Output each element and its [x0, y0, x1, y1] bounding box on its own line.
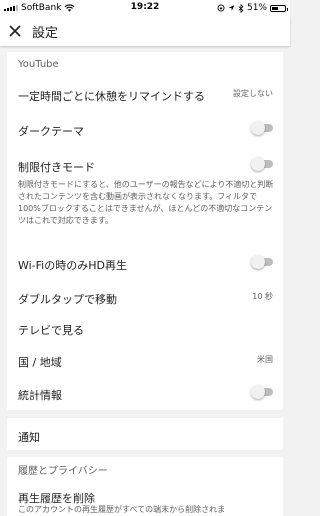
stats-label: 統計情報 — [18, 389, 62, 402]
section-header-history: 履歴とプライバシー — [18, 466, 108, 477]
setting-remind-break[interactable]: 一定時間ごとに休憩をリマインドする 設定しない — [18, 85, 273, 103]
setting-stats[interactable]: 統計情報 — [18, 384, 273, 402]
wifi-hd-label: Wi-Fiの時のみHD再生 — [18, 259, 127, 272]
clear-history-description: このアカウントの再生履歴がすべての端末から削除されま — [18, 505, 226, 514]
dark-theme-label: ダークテーマ — [18, 125, 84, 138]
country-label: 国 / 地域 — [18, 356, 62, 369]
setting-dark-theme[interactable]: ダークテーマ — [18, 120, 273, 138]
setting-wifi-hd[interactable]: Wi-Fiの時のみHD再生 — [18, 254, 273, 272]
close-button[interactable] — [4, 20, 26, 42]
restricted-mode-toggle[interactable] — [251, 157, 273, 171]
remind-break-value: 設定しない — [233, 89, 273, 98]
setting-notifications[interactable]: 通知 — [18, 426, 273, 444]
watch-on-tv-label: テレビで見る — [18, 324, 84, 337]
status-bar: SoftBank 19:22 51% — [0, 0, 290, 16]
orientation-lock-icon — [217, 4, 225, 12]
restricted-mode-description: 制限付きモードにすると、他のユーザーの報告などにより不適切と判断されたコンテンツ… — [18, 180, 274, 225]
country-value: 米国 — [257, 355, 273, 364]
stats-toggle[interactable] — [251, 385, 273, 399]
setting-country[interactable]: 国 / 地域 米国 — [18, 351, 273, 369]
remind-break-label: 一定時間ごとに休憩をリマインドする — [18, 90, 205, 103]
double-tap-label: ダブルタップで移動 — [18, 293, 117, 306]
setting-clear-history[interactable]: 再生履歴を削除 このアカウントの再生履歴がすべての端末から削除されま — [18, 487, 273, 516]
setting-double-tap[interactable]: ダブルタップで移動 10 秒 — [18, 288, 273, 306]
battery-fill — [272, 6, 278, 10]
section-header-youtube: YouTube — [18, 59, 59, 70]
battery-icon — [270, 4, 288, 12]
youtube-settings-card: YouTube 一定時間ごとに休憩をリマインドする 設定しない ダークテーマ 制… — [7, 52, 283, 410]
bluetooth-icon — [238, 3, 244, 13]
battery-percent: 51% — [246, 3, 267, 13]
wifi-hd-toggle[interactable] — [251, 255, 273, 269]
close-icon — [9, 25, 21, 37]
setting-watch-on-tv[interactable]: テレビで見る — [18, 319, 273, 337]
dark-theme-toggle[interactable] — [251, 121, 273, 135]
notifications-card[interactable]: 通知 — [7, 418, 283, 450]
location-icon — [228, 5, 235, 11]
page-title: 設定 — [32, 26, 59, 41]
restricted-mode-label: 制限付きモード — [18, 161, 95, 174]
double-tap-value: 10 秒 — [252, 292, 273, 301]
history-privacy-card: 履歴とプライバシー 再生履歴を削除 このアカウントの再生履歴がすべての端末から削… — [7, 457, 283, 516]
status-bar-right: 51% — [217, 3, 288, 13]
notifications-label: 通知 — [18, 431, 40, 444]
setting-restricted-mode[interactable]: 制限付きモード 制限付きモードにすると、他のユーザーの報告などにより不適切と判断… — [18, 156, 273, 236]
app-bar: 設定 — [0, 16, 290, 46]
